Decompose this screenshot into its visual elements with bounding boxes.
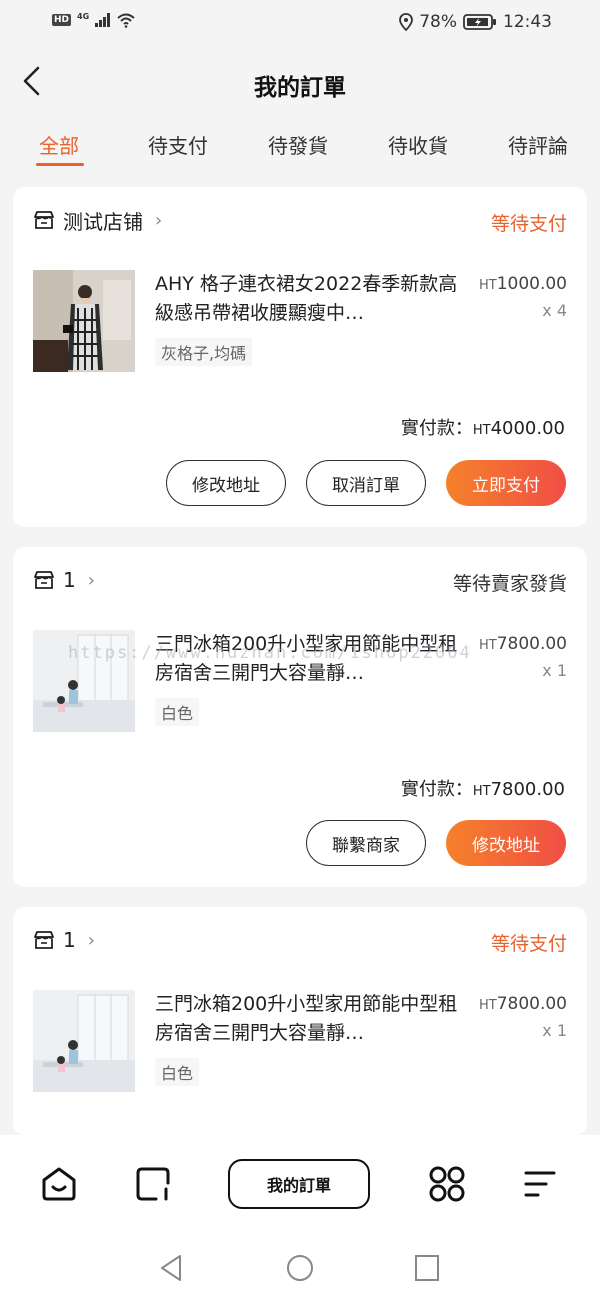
active-tab-indicator — [36, 163, 84, 166]
contact-seller-button[interactable]: 聯繫商家 — [306, 820, 426, 866]
chevron-right-icon: › — [155, 209, 163, 231]
system-home-icon[interactable] — [285, 1253, 315, 1283]
order-status: 等待賣家發貨 — [452, 573, 567, 595]
product-quantity: x 4 — [542, 301, 567, 320]
page-title: 我的訂單 — [254, 75, 346, 101]
tab-pending-payment[interactable]: 待支付 — [148, 130, 208, 159]
currency-label: HT — [478, 278, 497, 293]
paid-value: 4000.00 — [490, 418, 565, 439]
system-navigation — [0, 1235, 600, 1300]
product-variant: 白色 — [155, 698, 200, 726]
location-icon — [399, 13, 414, 31]
order-card: 测试店铺 › 等待支付 AHY 格子連衣裙女2022春季新款高級感吊帶裙收腰顯瘦… — [13, 187, 587, 527]
product-quantity: x 1 — [542, 1021, 567, 1040]
shop-link[interactable]: 测试店铺 › — [33, 207, 163, 234]
store-icon — [34, 211, 54, 229]
price-value: 7800.00 — [496, 634, 567, 654]
store-icon — [34, 931, 54, 949]
currency-label: HT — [472, 423, 491, 438]
product-thumbnail[interactable] — [33, 270, 135, 372]
shop-name: 测试店铺 — [63, 209, 143, 234]
tab-pending-review[interactable]: 待評論 — [508, 130, 568, 159]
header: 我的訂單 — [0, 46, 600, 122]
shop-name: 1 — [63, 928, 76, 952]
cancel-order-button[interactable]: 取消訂單 — [306, 460, 426, 506]
paid-amount: 實付款：HT7800.00 — [401, 775, 565, 801]
signal-icon — [95, 13, 111, 27]
square-icon[interactable] — [134, 1165, 172, 1203]
product-quantity: x 1 — [542, 661, 567, 680]
system-back-icon[interactable] — [158, 1253, 184, 1283]
order-status: 等待支付 — [490, 933, 567, 955]
order-status: 等待支付 — [490, 213, 567, 235]
paid-label: 實付款： — [400, 418, 473, 439]
status-bar: HD 4G 78% 12:43 — [0, 0, 600, 46]
tab-all[interactable]: 全部 — [39, 130, 79, 159]
system-recents-icon[interactable] — [414, 1254, 440, 1282]
product-title[interactable]: 三門冰箱200升小型家用節能中型租房宿舍三開門大容量靜… — [155, 990, 465, 1048]
currency-label: HT — [472, 784, 491, 799]
product-price: HT1000.00 — [479, 274, 567, 294]
paid-label: 實付款： — [400, 779, 473, 800]
order-card: 1 › 等待支付 三門冰箱200升小型家用節能中型租房宿舍三開門大容量靜… 白色… — [13, 907, 587, 1135]
store-icon — [34, 571, 54, 589]
product-price: HT7800.00 — [479, 634, 567, 654]
price-value: 7800.00 — [496, 994, 567, 1014]
shop-link[interactable]: 1 › — [33, 567, 95, 593]
order-tabs: 全部 待支付 待發貨 待收貨 待評論 — [0, 122, 600, 172]
watermark: https://www.huzhan.com/1shop22064 — [68, 643, 472, 663]
order-card: 1 › 等待賣家發貨 三門冰箱200升小型家用節能中型租房宿舍三開門大容量靜… … — [13, 547, 587, 887]
menu-icon[interactable] — [522, 1165, 560, 1203]
my-orders-nav-button[interactable]: 我的訂單 — [228, 1159, 370, 1209]
product-variant: 白色 — [155, 1058, 200, 1086]
product-thumbnail[interactable] — [33, 990, 135, 1092]
price-value: 1000.00 — [496, 274, 567, 294]
currency-label: HT — [478, 998, 497, 1013]
battery-percent: 78% — [419, 12, 457, 32]
bottom-nav: 我的訂單 — [0, 1135, 600, 1235]
shop-name: 1 — [63, 568, 76, 592]
status-left: HD 4G — [52, 12, 136, 28]
shop-link[interactable]: 1 › — [33, 927, 95, 953]
change-address-button[interactable]: 修改地址 — [166, 460, 286, 506]
status-right: 78% 12:43 — [399, 12, 552, 32]
wifi-icon — [117, 13, 135, 28]
product-price: HT7800.00 — [479, 994, 567, 1014]
change-address-button[interactable]: 修改地址 — [446, 820, 566, 866]
paid-value: 7800.00 — [490, 779, 565, 800]
home-icon[interactable] — [40, 1165, 78, 1203]
clock: 12:43 — [503, 12, 552, 32]
grid-icon[interactable] — [428, 1165, 466, 1203]
tab-pending-shipment[interactable]: 待發貨 — [268, 130, 328, 159]
network-type: 4G — [77, 11, 90, 21]
currency-label: HT — [478, 638, 497, 653]
battery-icon — [463, 14, 496, 30]
paid-amount: 實付款：HT4000.00 — [401, 414, 565, 440]
tab-pending-receipt[interactable]: 待收貨 — [388, 130, 448, 159]
hd-badge: HD — [52, 14, 72, 26]
pay-now-button[interactable]: 立即支付 — [446, 460, 566, 506]
product-title[interactable]: AHY 格子連衣裙女2022春季新款高級感吊帶裙收腰顯瘦中… — [155, 270, 465, 328]
chevron-right-icon: › — [87, 929, 95, 951]
chevron-right-icon: › — [87, 569, 95, 591]
product-variant: 灰格子,均碼 — [155, 338, 253, 366]
